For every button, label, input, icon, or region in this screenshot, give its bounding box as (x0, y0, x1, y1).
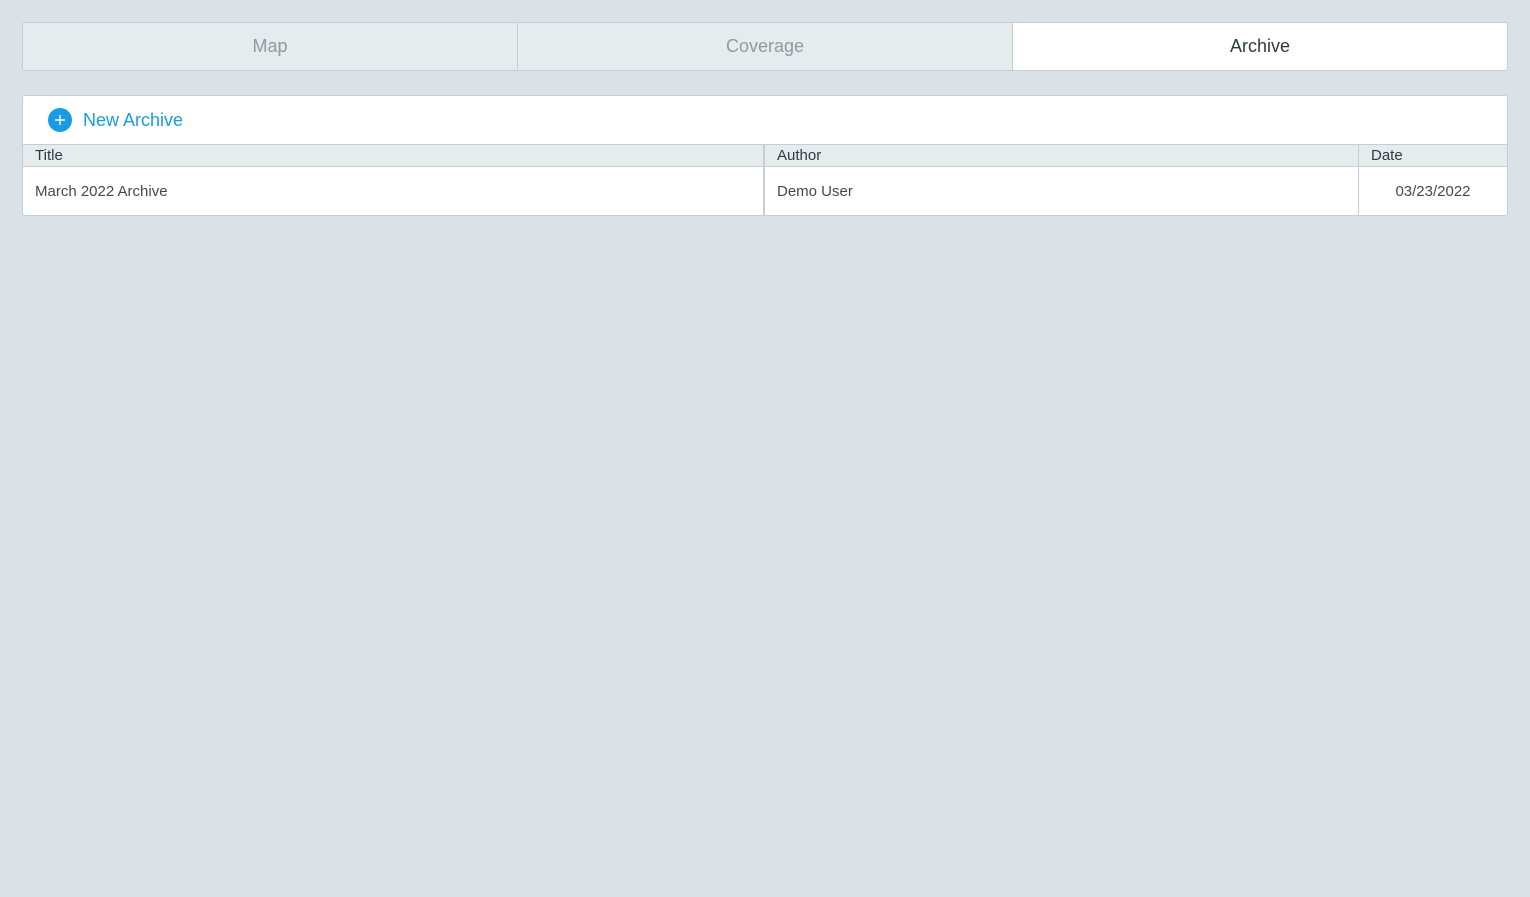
cell-date: 03/23/2022 (1395, 183, 1471, 200)
new-archive-button[interactable]: New Archive (48, 108, 183, 132)
column-header-author[interactable]: Author (765, 145, 1359, 166)
column-header-title[interactable]: Title (23, 145, 765, 166)
cell-author: Demo User (765, 167, 1359, 215)
plus-circle-icon (48, 108, 72, 132)
tab-bar: Map Coverage Archive (22, 22, 1508, 71)
tab-coverage[interactable]: Coverage (518, 23, 1013, 70)
column-header-date[interactable]: Date (1359, 145, 1507, 166)
archive-table: Title Author Date March 2022 Archive Dem… (23, 144, 1507, 215)
tab-map[interactable]: Map (23, 23, 518, 70)
table-header: Title Author Date (23, 144, 1507, 167)
new-archive-label: New Archive (83, 109, 184, 130)
cell-title: March 2022 Archive (23, 167, 765, 215)
tab-archive[interactable]: Archive (1013, 23, 1507, 70)
table-row[interactable]: March 2022 Archive Demo User 03/23/2022 (23, 167, 1507, 215)
archive-panel: New Archive Title Author Date March 2022… (22, 95, 1508, 216)
toolbar: New Archive (23, 96, 1507, 144)
